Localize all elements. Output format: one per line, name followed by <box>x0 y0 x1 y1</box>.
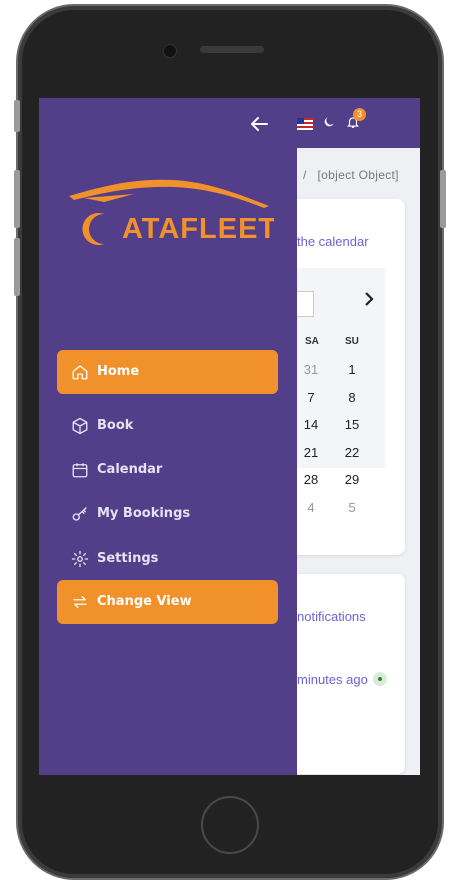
breadcrumb-separator: / <box>303 168 307 182</box>
calendar-day[interactable]: 1 <box>340 362 364 377</box>
change-view-button[interactable]: Change View <box>57 580 278 624</box>
sidebar-item-settings[interactable]: Settings <box>57 537 278 581</box>
weekday-sa: SA <box>305 336 319 347</box>
calendar-month-input[interactable] <box>294 291 314 317</box>
moon-icon[interactable] <box>322 115 336 132</box>
brand-logo: ATAFLEET <box>64 176 276 250</box>
sidebar-item-book[interactable]: Book <box>57 404 278 448</box>
speaker-grille <box>200 46 264 53</box>
calendar-day[interactable]: 8 <box>340 390 364 405</box>
power-button <box>440 170 446 228</box>
swap-icon <box>71 593 89 611</box>
sidebar-item-label: Home <box>97 364 140 379</box>
calendar-day[interactable]: 5 <box>340 500 364 515</box>
calendar-day[interactable]: 22 <box>340 445 364 460</box>
sidebar-item-label: Book <box>97 418 134 433</box>
front-camera <box>163 44 177 58</box>
calendar-day[interactable]: 29 <box>340 472 364 487</box>
svg-text:ATAFLEET: ATAFLEET <box>122 213 274 245</box>
volume-down-button <box>14 238 20 296</box>
gear-icon <box>71 550 89 568</box>
calendar-day[interactable]: 31 <box>299 362 323 377</box>
calendar-day[interactable]: 15 <box>340 417 364 432</box>
notifications-link[interactable]: notifications <box>297 609 366 624</box>
change-view-label: Change View <box>97 594 192 609</box>
calendar-day[interactable]: 21 <box>299 445 323 460</box>
notification-badge: 3 <box>353 108 366 121</box>
mute-switch <box>14 100 20 132</box>
arrow-left-icon[interactable] <box>247 112 271 136</box>
sidebar-item-label: My Bookings <box>97 506 191 521</box>
sidebar-item-home[interactable]: Home <box>57 350 278 394</box>
key-icon <box>71 505 89 523</box>
breadcrumb-current[interactable]: [object Object] <box>318 168 399 182</box>
sidebar-item-label: Settings <box>97 551 159 566</box>
status-dot-icon <box>373 672 387 686</box>
notification-time: minutes ago <box>297 672 368 687</box>
volume-up-button <box>14 170 20 228</box>
home-icon <box>71 363 89 381</box>
sidebar-item-calendar[interactable]: Calendar <box>57 448 278 492</box>
calendar-day[interactable]: 28 <box>299 472 323 487</box>
screen: 3 / [object Object] the calendar SA SU 3… <box>39 98 420 775</box>
chevron-right-icon[interactable] <box>363 291 375 312</box>
sidebar-item-label: Calendar <box>97 462 163 477</box>
sidebar-item-my-bookings[interactable]: My Bookings <box>57 492 278 536</box>
us-flag-icon[interactable] <box>297 118 313 130</box>
home-button[interactable] <box>201 796 259 854</box>
calendar-icon <box>71 461 89 479</box>
breadcrumb: / [object Object] <box>303 168 399 182</box>
box-icon <box>71 417 89 435</box>
calendar-link[interactable]: the calendar <box>297 234 369 249</box>
calendar-day[interactable]: 14 <box>299 417 323 432</box>
calendar-day[interactable]: 7 <box>299 390 323 405</box>
calendar-day[interactable]: 4 <box>299 500 323 515</box>
weekday-su: SU <box>345 336 359 347</box>
nav-drawer: ATAFLEET Home Book Calendar My Bookings … <box>39 98 297 775</box>
